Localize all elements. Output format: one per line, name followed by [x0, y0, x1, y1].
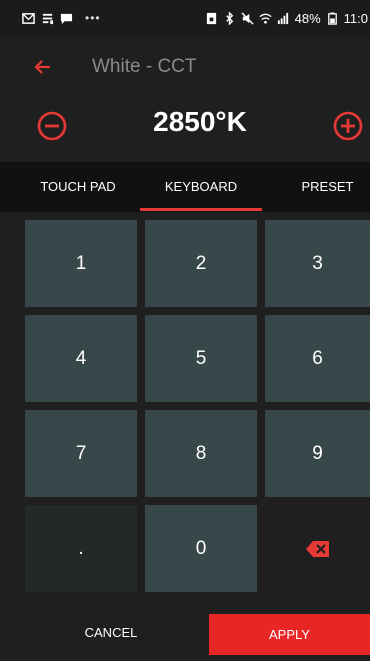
- key-0[interactable]: 0: [145, 505, 257, 592]
- key-backspace[interactable]: [265, 505, 370, 592]
- key-2[interactable]: 2: [145, 220, 257, 307]
- key-1[interactable]: 1: [25, 220, 137, 307]
- more-notifications-icon: •••: [85, 11, 101, 25]
- cancel-button[interactable]: CANCEL: [28, 614, 194, 652]
- status-bar: ••• 48% 11:0: [0, 0, 370, 38]
- action-bar: CANCEL APPLY: [0, 606, 370, 661]
- mode-tabs: TOUCH PAD KEYBOARD PRESET: [0, 162, 370, 212]
- increase-icon[interactable]: [332, 110, 364, 142]
- clock: 11:0: [343, 11, 368, 26]
- active-tab-indicator: [140, 208, 262, 211]
- lock-screen-icon: [206, 12, 216, 25]
- tab-touch-pad[interactable]: TOUCH PAD: [28, 162, 128, 212]
- bluetooth-icon: [225, 12, 233, 25]
- apply-button[interactable]: APPLY: [209, 614, 370, 655]
- key-6[interactable]: 6: [265, 315, 370, 402]
- battery-icon: [327, 12, 337, 25]
- wifi-icon: [259, 13, 272, 24]
- key-9[interactable]: 9: [265, 410, 370, 497]
- status-left: •••: [22, 11, 101, 25]
- key-3[interactable]: 3: [265, 220, 370, 307]
- key-5[interactable]: 5: [145, 315, 257, 402]
- key-dot[interactable]: .: [25, 505, 137, 592]
- back-arrow-icon[interactable]: [28, 52, 58, 82]
- cct-value: 2850°K: [153, 106, 247, 137]
- signal-icon: [277, 12, 288, 25]
- app-notification-icon: [42, 13, 54, 24]
- phone-screen: ••• 48% 11:0 White - CCT 2850°K TOUCH PA…: [0, 0, 370, 661]
- tab-keyboard[interactable]: KEYBOARD: [140, 162, 262, 212]
- key-8[interactable]: 8: [145, 410, 257, 497]
- page-title: White - CCT: [92, 56, 197, 77]
- mail-icon: [22, 12, 35, 24]
- numeric-keypad: 1 2 3 4 5 6 7 8 9 . 0: [0, 212, 370, 606]
- mute-icon: [241, 12, 254, 25]
- status-right: 48% 11:0: [205, 11, 368, 26]
- tab-preset[interactable]: PRESET: [285, 162, 370, 212]
- key-7[interactable]: 7: [25, 410, 137, 497]
- app-bar: White - CCT: [0, 38, 370, 96]
- key-4[interactable]: 4: [25, 315, 137, 402]
- backspace-icon: [305, 540, 329, 557]
- value-row: 2850°K: [0, 96, 370, 162]
- message-icon: [60, 13, 73, 24]
- battery-percent: 48%: [294, 11, 321, 26]
